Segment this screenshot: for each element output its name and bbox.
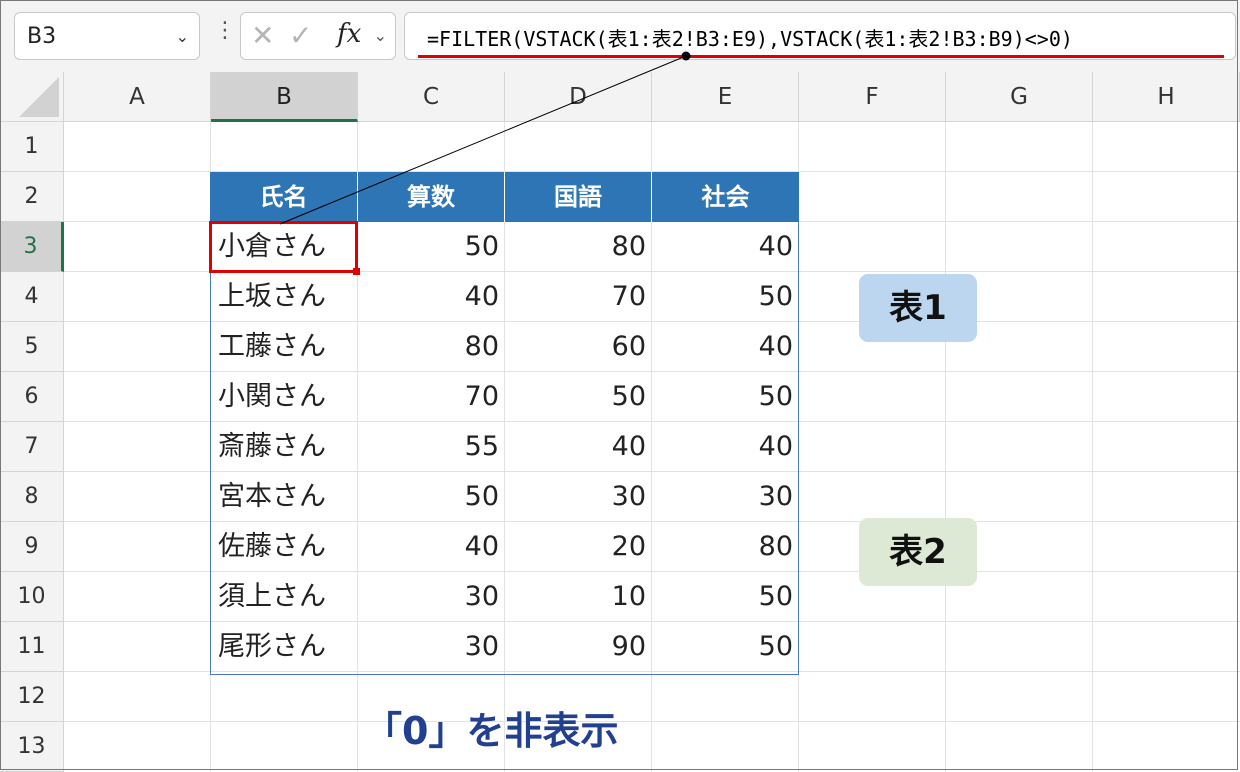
image-frame — [0, 0, 1238, 770]
